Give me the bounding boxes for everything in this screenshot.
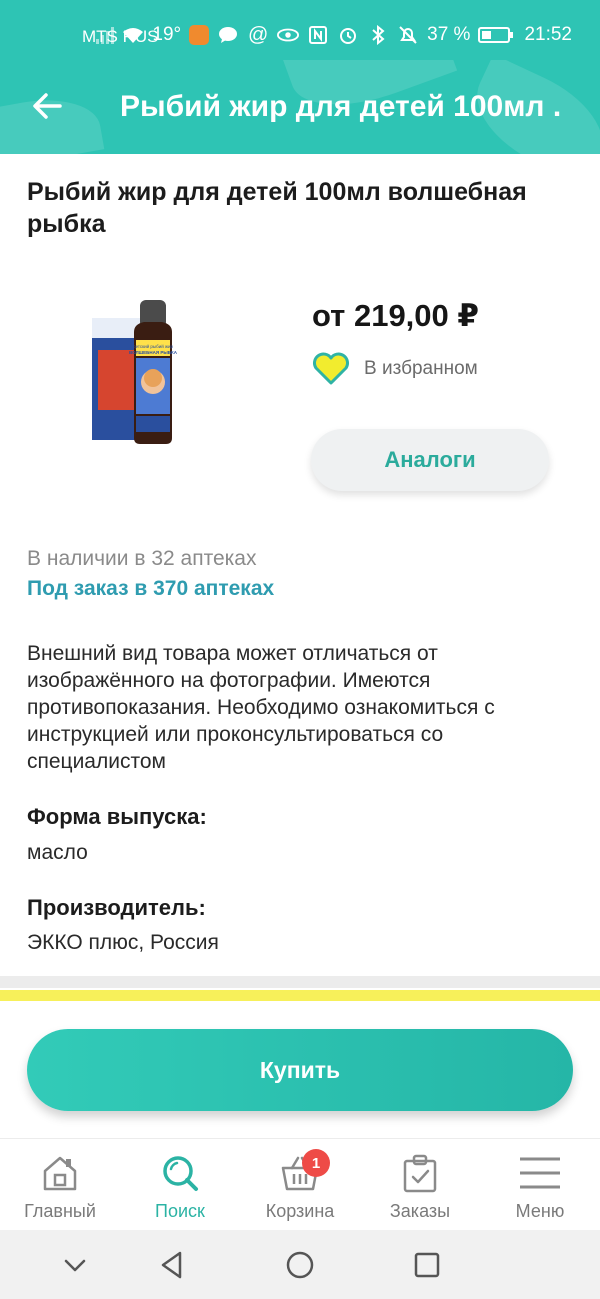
- status-icons: 19° @ 37 % 21:52: [6, 24, 572, 46]
- nav-label-cart: Корзина: [265, 1201, 335, 1221]
- nav-item-home[interactable]: Главный: [0, 1139, 120, 1230]
- favorite-toggle[interactable]: В избранном: [312, 352, 478, 386]
- mute-bell-icon: [397, 25, 419, 45]
- availability-text: В наличии в 32 аптеках: [27, 547, 257, 570]
- at-icon: @: [247, 23, 269, 46]
- system-home-icon[interactable]: [285, 1250, 315, 1280]
- manufacturer-value: ЭККО плюс, Россия: [27, 931, 219, 954]
- cart-count-badge: 1: [302, 1149, 330, 1177]
- app-notification-icon: [189, 25, 210, 45]
- nav-item-cart[interactable]: 1 Корзина: [240, 1139, 360, 1230]
- system-recents-icon[interactable]: [412, 1250, 442, 1280]
- manufacturer-label: Производитель:: [27, 895, 206, 920]
- nav-item-search[interactable]: Поиск: [120, 1139, 240, 1230]
- accent-divider: [0, 990, 600, 1001]
- nav-label-search: Поиск: [155, 1201, 205, 1221]
- battery-icon: [478, 27, 514, 43]
- disclaimer-text: Внешний вид товара может отличаться от и…: [27, 642, 495, 773]
- nav-item-orders[interactable]: Заказы: [360, 1139, 480, 1230]
- buy-button[interactable]: Купить: [27, 1029, 573, 1111]
- battery-percent: 37 %: [427, 24, 471, 45]
- release-form-label: Форма выпуска:: [27, 804, 207, 829]
- header-title: Рыбий жир для детей 100мл ...: [120, 90, 560, 123]
- nfc-icon: [307, 25, 329, 45]
- app-header: Рыбий жир для детей 100мл ...: [0, 60, 600, 154]
- chevron-down-icon[interactable]: [60, 1250, 90, 1280]
- section-divider: [0, 976, 600, 988]
- alarm-icon: [337, 25, 359, 45]
- nav-label-menu: Меню: [515, 1201, 565, 1221]
- signal-icon: [96, 26, 115, 44]
- wifi-icon: [122, 25, 144, 45]
- release-form-value: масло: [27, 841, 88, 864]
- temperature-label: 19°: [152, 24, 182, 45]
- heart-icon[interactable]: [312, 352, 350, 386]
- analogs-button[interactable]: Аналоги: [311, 429, 549, 491]
- system-back-icon[interactable]: [157, 1250, 187, 1280]
- eye-icon: [277, 25, 300, 45]
- home-icon: [43, 1156, 77, 1191]
- clock: 21:52: [524, 24, 572, 45]
- product-image: детский рыбий жир ВОЛШЕБНАЯ РЫБКА: [92, 300, 178, 444]
- nav-item-menu[interactable]: Меню: [480, 1139, 600, 1230]
- menu-icon: [520, 1157, 560, 1189]
- bottle-label-name: ВОЛШЕБНАЯ РЫБКА: [129, 350, 178, 355]
- nav-label-home: Главный: [24, 1201, 96, 1221]
- bottle-label-top: детский рыбий жир: [133, 343, 174, 349]
- bluetooth-icon: [367, 25, 389, 45]
- favorite-label: В избранном: [364, 358, 478, 379]
- back-arrow-icon[interactable]: [30, 88, 66, 124]
- chat-icon: [217, 25, 239, 45]
- product-title: Рыбий жир для детей 100мл волшебная рыбк…: [27, 178, 527, 238]
- nav-label-orders: Заказы: [389, 1201, 451, 1221]
- product-price: от 219,00 ₽: [312, 298, 479, 333]
- search-icon: [163, 1156, 198, 1191]
- order-pharmacies-link[interactable]: Под заказ в 370 аптеках: [27, 577, 274, 601]
- clipboard-icon: [403, 1154, 437, 1193]
- bottom-nav: Главный Поиск 1 Корзина Заказы Меню: [0, 1138, 600, 1230]
- system-nav-bar: [0, 1230, 600, 1299]
